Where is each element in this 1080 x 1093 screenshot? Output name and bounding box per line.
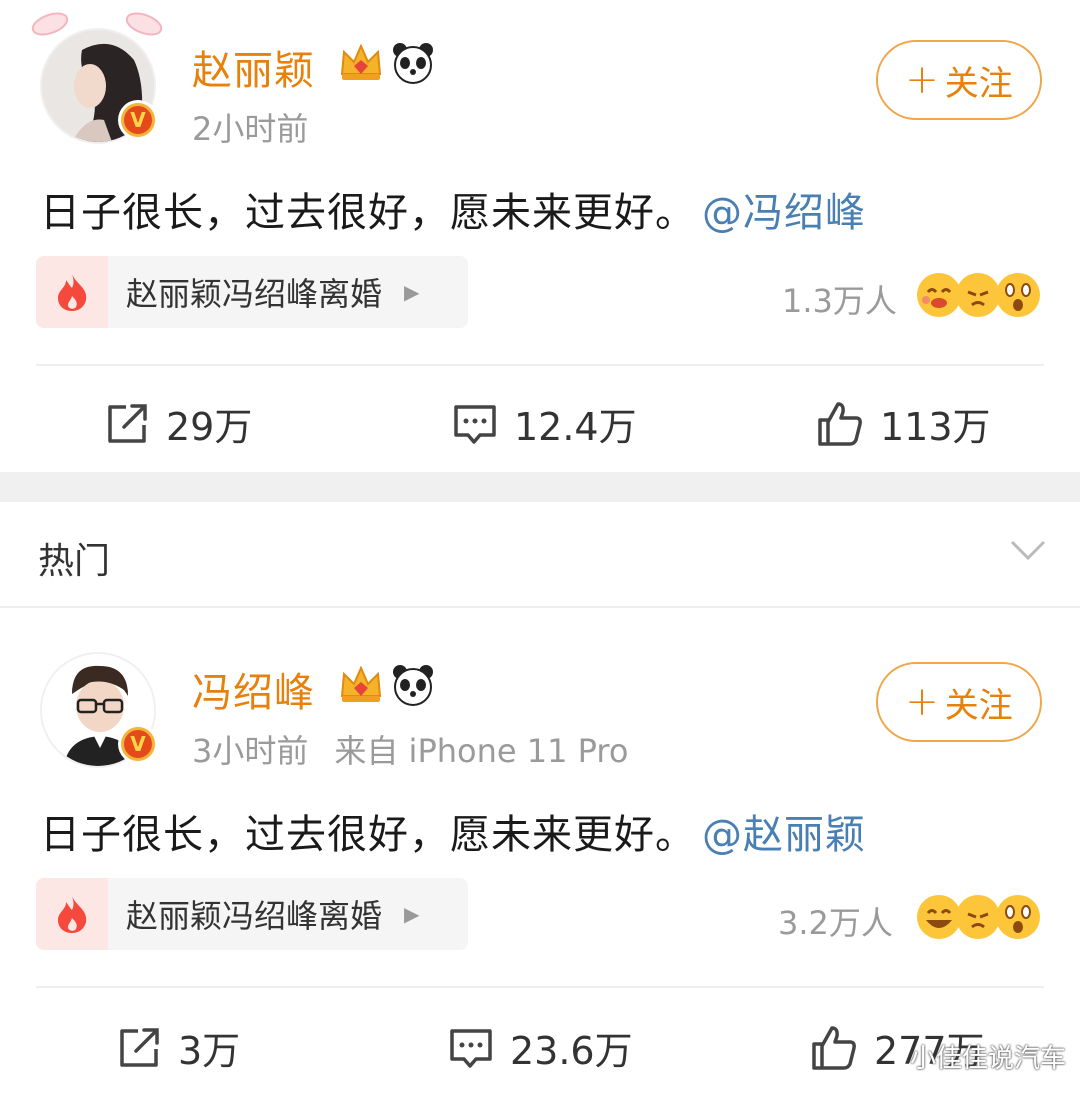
repost-icon xyxy=(120,1027,159,1067)
panda-icon xyxy=(393,43,433,84)
fire-icon xyxy=(36,256,108,328)
follow-button[interactable]: + 关注 xyxy=(876,40,1042,120)
follow-label: 关注 xyxy=(944,685,1013,726)
bunny-ears-icon xyxy=(31,12,163,36)
post-body: 日子很长，过去很好，愿未来更好。 xyxy=(40,812,696,858)
post-source: 来自 iPhone 11 Pro xyxy=(334,732,629,770)
reaction-count: 1.3万人 xyxy=(782,282,897,320)
topic-tag[interactable]: 赵丽颖冯绍峰离婚 ▶ xyxy=(36,256,468,328)
comment-button[interactable]: 12.4万 xyxy=(452,396,637,451)
caret-right-icon: ▶ xyxy=(404,902,420,926)
crown-icon xyxy=(340,665,382,702)
plus-icon: + xyxy=(905,57,939,103)
verified-badge-icon: V xyxy=(118,100,158,140)
repost-button[interactable]: 3万 xyxy=(116,1020,240,1075)
post-text: 日子很长，过去很好，愿未来更好。 @赵丽颖 xyxy=(40,802,866,860)
post-time: 2小时前 xyxy=(192,110,309,148)
author-name[interactable]: 赵丽颖 xyxy=(192,38,315,96)
repost-icon xyxy=(108,403,147,443)
crown-icon xyxy=(340,43,382,80)
plus-icon: + xyxy=(905,679,939,725)
topic-label: 赵丽颖冯绍峰离婚 xyxy=(126,275,383,313)
avatar[interactable]: V xyxy=(31,12,163,144)
follow-label: 关注 xyxy=(944,63,1013,104)
divider xyxy=(36,986,1044,988)
comment-count: 23.6万 xyxy=(510,1029,633,1073)
post-time: 3小时前 xyxy=(192,732,309,770)
topic-label: 赵丽颖冯绍峰离婚 xyxy=(126,897,383,935)
watermark: 小佳佳说汽车 xyxy=(909,1044,1066,1074)
reaction-emojis-icon[interactable] xyxy=(914,270,1044,320)
divider xyxy=(36,364,1044,366)
topic-tag[interactable]: 赵丽颖冯绍峰离婚 ▶ xyxy=(36,878,468,950)
fire-icon xyxy=(36,878,108,950)
repost-count: 3万 xyxy=(178,1029,241,1073)
section-title: 热门 xyxy=(38,541,111,582)
section-separator xyxy=(0,472,1080,502)
caret-right-icon: ▶ xyxy=(404,280,420,304)
chevron-down-icon[interactable] xyxy=(1008,536,1048,564)
mention-link[interactable]: @冯绍峰 xyxy=(702,190,866,236)
repost-button[interactable]: 29万 xyxy=(104,396,252,451)
comment-icon xyxy=(454,404,496,444)
comment-count: 12.4万 xyxy=(514,405,637,449)
comment-icon xyxy=(450,1028,492,1068)
verified-badge-icon: V xyxy=(118,724,158,764)
post-feng: V 冯绍峰 3小时前 来自 iPhone 11 Pro + 关注 日子很长，过去很… xyxy=(0,608,1080,1093)
follow-button[interactable]: + 关注 xyxy=(876,662,1042,742)
post-meta: 2小时前 xyxy=(192,104,334,150)
post-text: 日子很长，过去很好，愿未来更好。 @冯绍峰 xyxy=(40,180,866,238)
repost-count: 29万 xyxy=(166,405,253,449)
like-count: 113万 xyxy=(880,405,991,449)
avatar[interactable]: V xyxy=(40,652,158,768)
author-name[interactable]: 冯绍峰 xyxy=(192,660,315,718)
hot-section-header[interactable]: 热门 xyxy=(0,502,1080,608)
thumbs-up-icon xyxy=(818,401,862,446)
post-body: 日子很长，过去很好，愿未来更好。 xyxy=(40,190,696,236)
post-zhao: V 赵丽颖 2小时前 + 关注 日子很长，过去很好，愿未来更好。 @冯绍峰 赵丽颖… xyxy=(0,0,1080,472)
mention-link[interactable]: @赵丽颖 xyxy=(702,812,866,858)
thumbs-up-icon xyxy=(812,1025,856,1070)
reaction-count: 3.2万人 xyxy=(778,904,893,942)
comment-button[interactable]: 23.6万 xyxy=(448,1020,633,1075)
post-meta: 3小时前 来自 iPhone 11 Pro xyxy=(192,726,654,772)
panda-icon xyxy=(393,665,433,706)
reaction-emojis-icon[interactable] xyxy=(914,892,1044,942)
like-button[interactable]: 113万 xyxy=(816,396,991,451)
